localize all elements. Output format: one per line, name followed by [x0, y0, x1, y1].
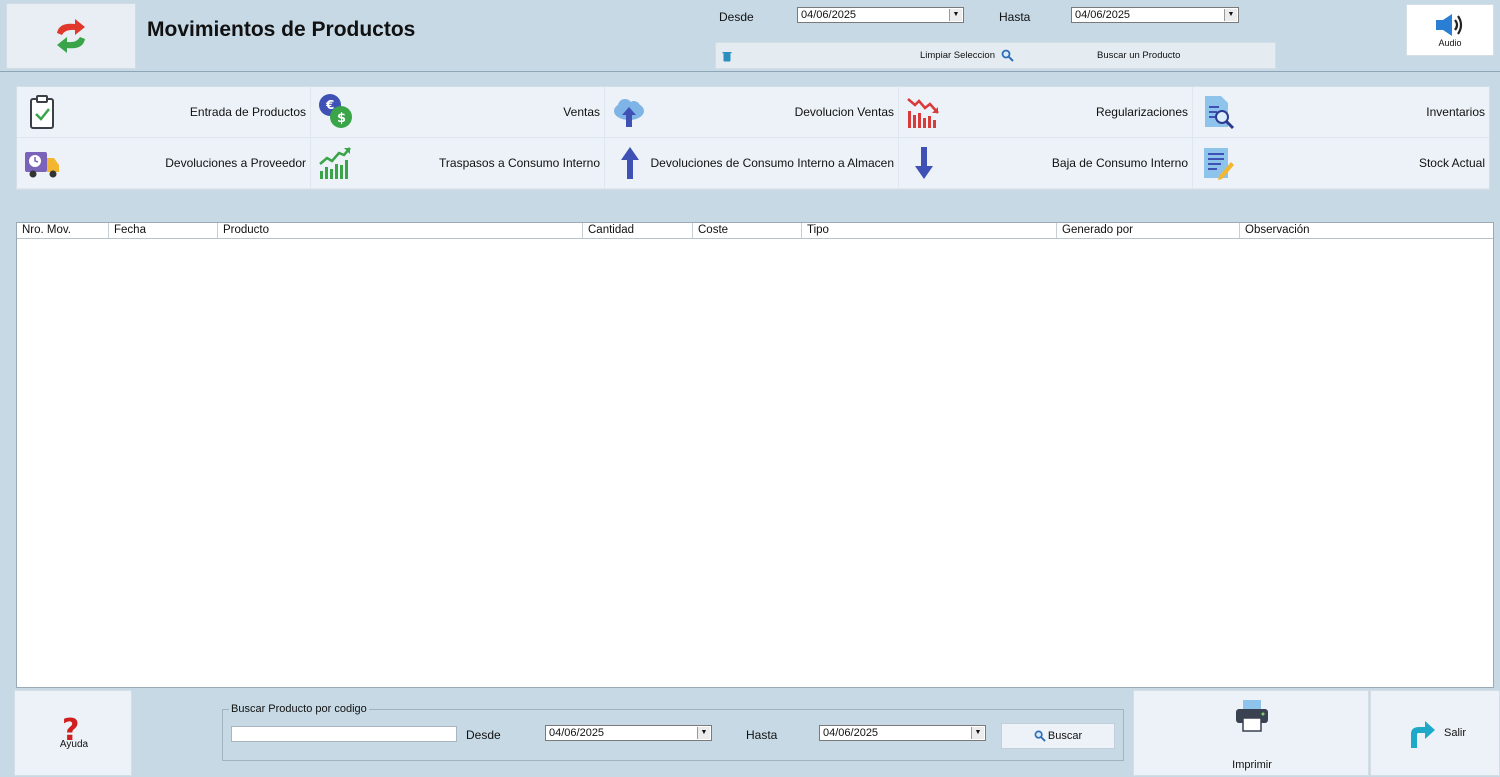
salir-label: Salir	[1444, 727, 1467, 739]
document-edit-icon	[1204, 148, 1234, 180]
footer-desde-date-picker[interactable]: 04/06/2025 ▼	[545, 725, 712, 741]
dropdown-arrow-icon[interactable]: ▼	[697, 727, 710, 739]
tile-label: Devolucion Ventas	[794, 105, 894, 119]
column-header-coste[interactable]: Coste	[693, 223, 802, 238]
audio-label: Audio	[1438, 38, 1462, 48]
tile-label: Inventarios	[1426, 105, 1485, 119]
arrow-down-icon	[915, 147, 933, 179]
tile-label: Baja de Consumo Interno	[1051, 156, 1188, 170]
footer-hasta-value: 04/06/2025	[823, 727, 879, 739]
header-desde-date-picker[interactable]: 04/06/2025 ▼	[797, 7, 964, 23]
tile-ventas[interactable]: € $ Ventas	[311, 87, 605, 138]
column-header-tipo[interactable]: Tipo	[802, 223, 1057, 238]
footer-desde-label: Desde	[466, 728, 501, 742]
column-header-fecha[interactable]: Fecha	[109, 223, 218, 238]
salir-button[interactable]: Salir	[1370, 690, 1500, 776]
tile-inventarios[interactable]: Inventarios	[1193, 87, 1489, 138]
buscar-codigo-legend: Buscar Producto por codigo	[229, 703, 369, 715]
footer-hasta-date-picker[interactable]: 04/06/2025 ▼	[819, 725, 986, 741]
header-hasta-value: 04/06/2025	[1075, 9, 1131, 21]
tile-label: Regularizaciones	[1095, 105, 1188, 119]
euro-dollar-coins-icon: € $	[319, 94, 352, 128]
page-title: Movimientos de Productos	[147, 18, 416, 41]
header-divider	[0, 71, 1500, 72]
speaker-icon	[1436, 14, 1463, 36]
search-icon[interactable]	[1001, 49, 1014, 62]
tile-label: Traspasos a Consumo Interno	[439, 156, 600, 170]
tile-baja-consumo-interno[interactable]: Baja de Consumo Interno	[899, 138, 1193, 189]
ayuda-button[interactable]: ? Ayuda	[14, 690, 132, 776]
arrow-up-icon	[621, 147, 639, 179]
tile-label: Ventas	[563, 105, 600, 119]
movement-type-grid: Entrada de Productos € $ Ventas Devoluci…	[16, 86, 1490, 190]
swap-arrows-icon	[57, 19, 85, 53]
refresh-logo-button[interactable]	[6, 3, 136, 69]
column-header-observacion[interactable]: Observación	[1240, 223, 1493, 238]
tile-traspasos-consumo-interno[interactable]: Traspasos a Consumo Interno	[311, 138, 605, 189]
audio-button[interactable]: Audio	[1406, 4, 1494, 56]
header-desde-value: 04/06/2025	[801, 9, 857, 21]
ayuda-label: Ayuda	[59, 739, 89, 750]
printer-icon	[1236, 700, 1268, 732]
buscar-label: Buscar	[1047, 730, 1083, 742]
column-header-producto[interactable]: Producto	[218, 223, 583, 238]
dropdown-arrow-icon[interactable]: ▼	[1224, 9, 1237, 21]
column-header-nro-mov[interactable]: Nro. Mov.	[17, 223, 109, 238]
tile-label: Devoluciones a Proveedor	[165, 156, 306, 170]
trash-icon[interactable]	[722, 51, 732, 62]
buscar-producto-button[interactable]: Buscar un Producto	[1097, 50, 1180, 61]
imprimir-button[interactable]: Imprimir	[1133, 690, 1369, 776]
product-filter-strip	[715, 42, 1276, 69]
tile-entrada-productos[interactable]: Entrada de Productos	[17, 87, 311, 138]
desde-label: Desde	[719, 10, 754, 24]
tile-regularizaciones[interactable]: Regularizaciones	[899, 87, 1193, 138]
exit-arrow-icon	[1411, 721, 1435, 748]
imprimir-label: Imprimir	[1232, 759, 1272, 771]
footer-desde-value: 04/06/2025	[549, 727, 605, 739]
codigo-input[interactable]	[231, 726, 457, 742]
column-header-cantidad[interactable]: Cantidad	[583, 223, 693, 238]
bar-chart-up-icon	[319, 147, 351, 179]
tile-label: Entrada de Productos	[189, 105, 306, 119]
tile-devolucion-ventas[interactable]: Devolucion Ventas	[605, 87, 899, 138]
tile-label: Stock Actual	[1418, 156, 1485, 170]
buscar-button[interactable]: Buscar	[1001, 723, 1115, 749]
svg-text:$: $	[337, 111, 346, 126]
document-search-icon	[1205, 96, 1235, 130]
bar-chart-down-icon	[907, 98, 939, 128]
dropdown-arrow-icon[interactable]: ▼	[949, 9, 962, 21]
search-icon	[1034, 730, 1046, 742]
table-header: Nro. Mov. Fecha Producto Cantidad Coste …	[17, 223, 1493, 239]
delivery-truck-clock-icon	[25, 152, 59, 178]
cloud-upload-icon	[614, 99, 644, 127]
clipboard-check-icon	[30, 95, 54, 129]
tile-devoluciones-consumo-interno[interactable]: Devoluciones de Consumo Interno a Almace…	[605, 138, 899, 189]
movements-table[interactable]: Nro. Mov. Fecha Producto Cantidad Coste …	[16, 222, 1494, 688]
tile-label: Devoluciones de Consumo Interno a Almace…	[650, 156, 894, 170]
footer-hasta-label: Hasta	[746, 728, 778, 742]
tile-devoluciones-proveedor[interactable]: Devoluciones a Proveedor	[17, 138, 311, 189]
limpiar-seleccion-button[interactable]: Limpiar Seleccion	[920, 50, 995, 61]
dropdown-arrow-icon[interactable]: ▼	[971, 727, 984, 739]
hasta-label: Hasta	[999, 10, 1031, 24]
header-hasta-date-picker[interactable]: 04/06/2025 ▼	[1071, 7, 1239, 23]
column-header-generado-por[interactable]: Generado por	[1057, 223, 1240, 238]
tile-stock-actual[interactable]: Stock Actual	[1193, 138, 1489, 189]
